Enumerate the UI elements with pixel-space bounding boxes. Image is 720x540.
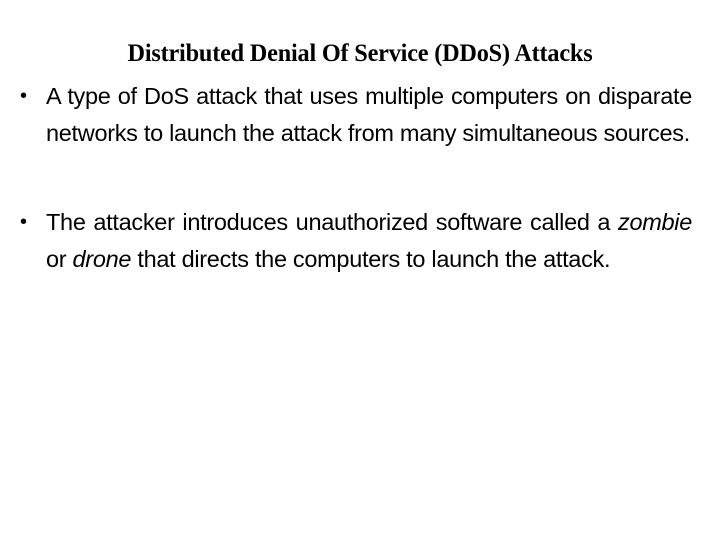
bullet-list: • A type of DoS attack that uses multipl…: [0, 78, 720, 277]
bullet-item: • The attacker introduces unauthorized s…: [20, 204, 692, 277]
bullet-text: A type of DoS attack that uses multiple …: [46, 83, 692, 146]
term-drone: drone: [72, 245, 132, 272]
bullet-item: • A type of DoS attack that uses multipl…: [20, 78, 692, 151]
bullet-dot-icon: •: [20, 85, 27, 107]
bullet-text-segment: The attacker introduces unauthorized sof…: [46, 209, 619, 235]
term-zombie: zombie: [618, 209, 692, 235]
slide-title: Distributed Denial Of Service (DDoS) Att…: [127, 39, 593, 67]
bullet-text-segment: or: [46, 245, 73, 272]
bullet-text-segment: that directs the computers to launch the…: [131, 245, 611, 272]
bullet-dot-icon: •: [20, 211, 27, 233]
bullet-text: The attacker introduces unauthorized sof…: [46, 209, 692, 272]
